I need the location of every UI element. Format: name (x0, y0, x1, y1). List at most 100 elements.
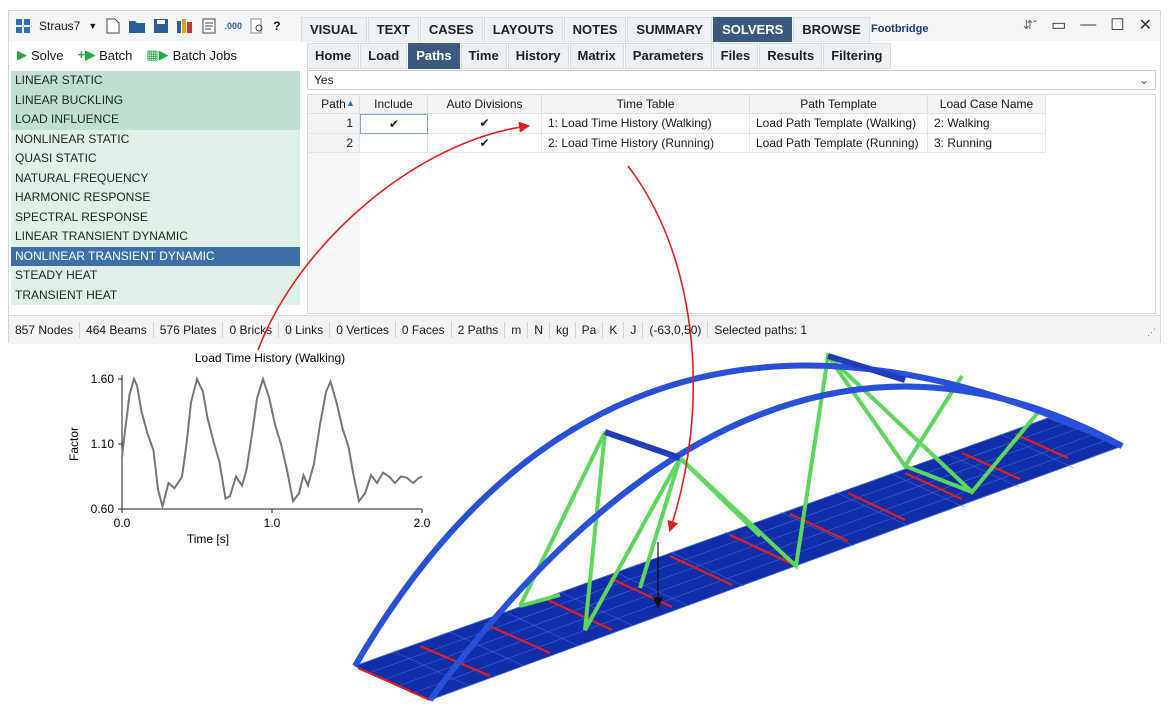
add-batch-icon: +▶ (77, 47, 96, 62)
bridge-3d-model (352, 351, 1124, 702)
solver-item-load-influence[interactable]: LOAD INFLUENCE (11, 110, 300, 130)
batch-button[interactable]: +▶ Batch (78, 47, 133, 63)
load-case-cell[interactable]: 2: Walking (928, 114, 1046, 134)
ribbon-tab-text[interactable]: TEXT (367, 17, 419, 42)
report-icon[interactable] (201, 18, 217, 34)
chevron-down-icon[interactable]: ▼ (88, 21, 97, 31)
restore-icon[interactable]: ▭ (1051, 15, 1066, 35)
sort-ascending-icon[interactable]: ▲ (346, 98, 355, 108)
y-tick-label: 0.60 (91, 502, 115, 516)
column-header-include[interactable]: Include (360, 95, 428, 114)
y-tick-label: 1.60 (91, 372, 115, 386)
status-item: Selected paths: 1 (714, 323, 808, 337)
x-tick-label: 0.0 (114, 516, 131, 530)
solver-item-steady-heat[interactable]: STEADY HEAT (11, 266, 300, 286)
model-title: Footbridge (871, 23, 929, 35)
tab-home[interactable]: Home (307, 43, 360, 69)
paths-table: Path Include Auto Divisions Time Table Path … (307, 94, 1156, 314)
tab-history[interactable]: History (507, 43, 569, 69)
tab-files[interactable]: Files (712, 43, 759, 69)
solver-item-linear-static[interactable]: LINEAR STATIC (11, 71, 300, 91)
app-menu-icon[interactable] (15, 18, 31, 34)
help-icon[interactable]: ? (273, 19, 280, 33)
status-item: kg (550, 322, 576, 338)
path-number: 1 (308, 114, 360, 134)
app-window: Straus7 ▼ .000 ? VISUAL TEXT CASES LAYOU… (8, 10, 1161, 344)
path-template-cell[interactable]: Load Path Template (Running) (750, 133, 928, 153)
tab-paths[interactable]: Paths (408, 43, 460, 69)
status-item: N (528, 322, 550, 338)
tab-load[interactable]: Load (360, 43, 408, 69)
ribbon-tab-cases[interactable]: CASES (419, 17, 483, 42)
batch-label: Batch (99, 47, 133, 63)
ribbon-display-icon[interactable]: ⇵ˇ (1023, 18, 1037, 32)
tab-filtering[interactable]: Filtering (823, 43, 891, 69)
window-controls: ⇵ˇ ▭ — ☐ ✕ (1023, 15, 1152, 35)
batch-jobs-icon: ▦▶ (146, 47, 169, 62)
ribbon-tab-browse[interactable]: BROWSE (793, 17, 870, 42)
status-item: m (505, 322, 529, 338)
tab-parameters[interactable]: Parameters (624, 43, 712, 69)
solve-button[interactable]: ▶ Solve (17, 47, 64, 63)
solver-item-quasi-static[interactable]: QUASI STATIC (11, 149, 300, 169)
y-axis-label: Factor (67, 427, 81, 461)
status-item: K (603, 322, 625, 338)
save-icon[interactable] (153, 18, 169, 34)
ribbon-tab-layouts[interactable]: LAYOUTS (483, 17, 563, 42)
ribbon-tab-visual[interactable]: VISUAL (301, 17, 367, 42)
solver-item-linear-transient-dynamic[interactable]: LINEAR TRANSIENT DYNAMIC (11, 227, 300, 247)
status-item: 2 Paths (452, 322, 506, 338)
maximize-icon[interactable]: ☐ (1110, 15, 1124, 35)
tab-results[interactable]: Results (759, 43, 823, 69)
tab-time[interactable]: Time (460, 43, 507, 69)
column-header-path-template[interactable]: Path Template (750, 95, 928, 114)
close-icon[interactable]: ✕ (1139, 15, 1152, 35)
batch-jobs-button[interactable]: ▦▶ Batch Jobs (146, 47, 237, 63)
ribbon-tab-summary[interactable]: SUMMARY (627, 17, 713, 42)
auto-divisions-checkbox[interactable]: ✔ (428, 114, 542, 134)
status-item: 576 Plates (154, 322, 224, 338)
solver-list: LINEAR STATIC LINEAR BUCKLING LOAD INFLUEN… (11, 71, 300, 311)
preview-icon[interactable] (249, 18, 265, 34)
ribbon-tab-notes[interactable]: NOTES (563, 17, 627, 42)
path-template-cell[interactable]: Load Path Template (Walking) (750, 114, 928, 134)
tab-matrix[interactable]: Matrix (569, 43, 624, 69)
status-item: 857 Nodes (9, 322, 81, 338)
load-case-cell[interactable]: 3: Running (928, 133, 1046, 153)
time-table-cell[interactable]: 1: Load Time History (Walking) (542, 114, 750, 134)
status-item: 0 Vertices (330, 322, 396, 338)
chart-title: Load Time History (Walking) (195, 351, 345, 365)
solver-item-nonlinear-static[interactable]: NONLINEAR STATIC (11, 129, 300, 149)
minimize-icon[interactable]: — (1080, 16, 1096, 34)
status-item: 0 Links (279, 322, 331, 338)
time-table-cell[interactable]: 2: Load Time History (Running) (542, 133, 750, 153)
solve-label: Solve (31, 47, 64, 63)
column-header-load-case-name[interactable]: Load Case Name (928, 95, 1046, 114)
solver-item-transient-heat[interactable]: TRANSIENT HEAT (11, 285, 300, 305)
units-icon[interactable]: .000 (225, 18, 243, 34)
include-checkbox[interactable]: ✔ (360, 114, 428, 134)
status-item: (-63,0,50) (643, 322, 709, 338)
status-item: 0 Bricks (223, 322, 280, 338)
status-item: Pa (576, 322, 604, 338)
auto-divisions-checkbox[interactable]: ✔ (428, 133, 542, 153)
solver-item-nonlinear-transient-dynamic[interactable]: NONLINEAR TRANSIENT DYNAMIC (11, 246, 300, 266)
column-header-auto-divisions[interactable]: Auto Divisions (428, 95, 542, 114)
model-library-icon[interactable] (177, 18, 193, 34)
y-tick-label: 1.10 (91, 437, 115, 451)
column-header-time-table[interactable]: Time Table (542, 95, 750, 114)
solver-item-spectral-response[interactable]: SPECTRAL RESPONSE (11, 207, 300, 227)
solver-item-harmonic-response[interactable]: HARMONIC RESPONSE (11, 188, 300, 208)
open-folder-icon[interactable] (129, 18, 146, 34)
solver-item-natural-frequency[interactable]: NATURAL FREQUENCY (11, 168, 300, 188)
status-item: 0 Faces (396, 322, 452, 338)
app-name[interactable]: Straus7 (39, 19, 80, 33)
resize-grip-icon[interactable]: ⋰ (1147, 327, 1156, 338)
play-icon: ▶ (17, 47, 27, 62)
ribbon-tab-solvers[interactable]: SOLVERS (713, 17, 793, 42)
new-file-icon[interactable] (105, 18, 121, 34)
include-checkbox[interactable] (360, 133, 428, 153)
value-dropdown[interactable]: Yes ⌄ (307, 70, 1156, 90)
chevron-down-icon: ⌄ (1138, 73, 1149, 87)
solver-item-linear-buckling[interactable]: LINEAR BUCKLING (11, 90, 300, 110)
